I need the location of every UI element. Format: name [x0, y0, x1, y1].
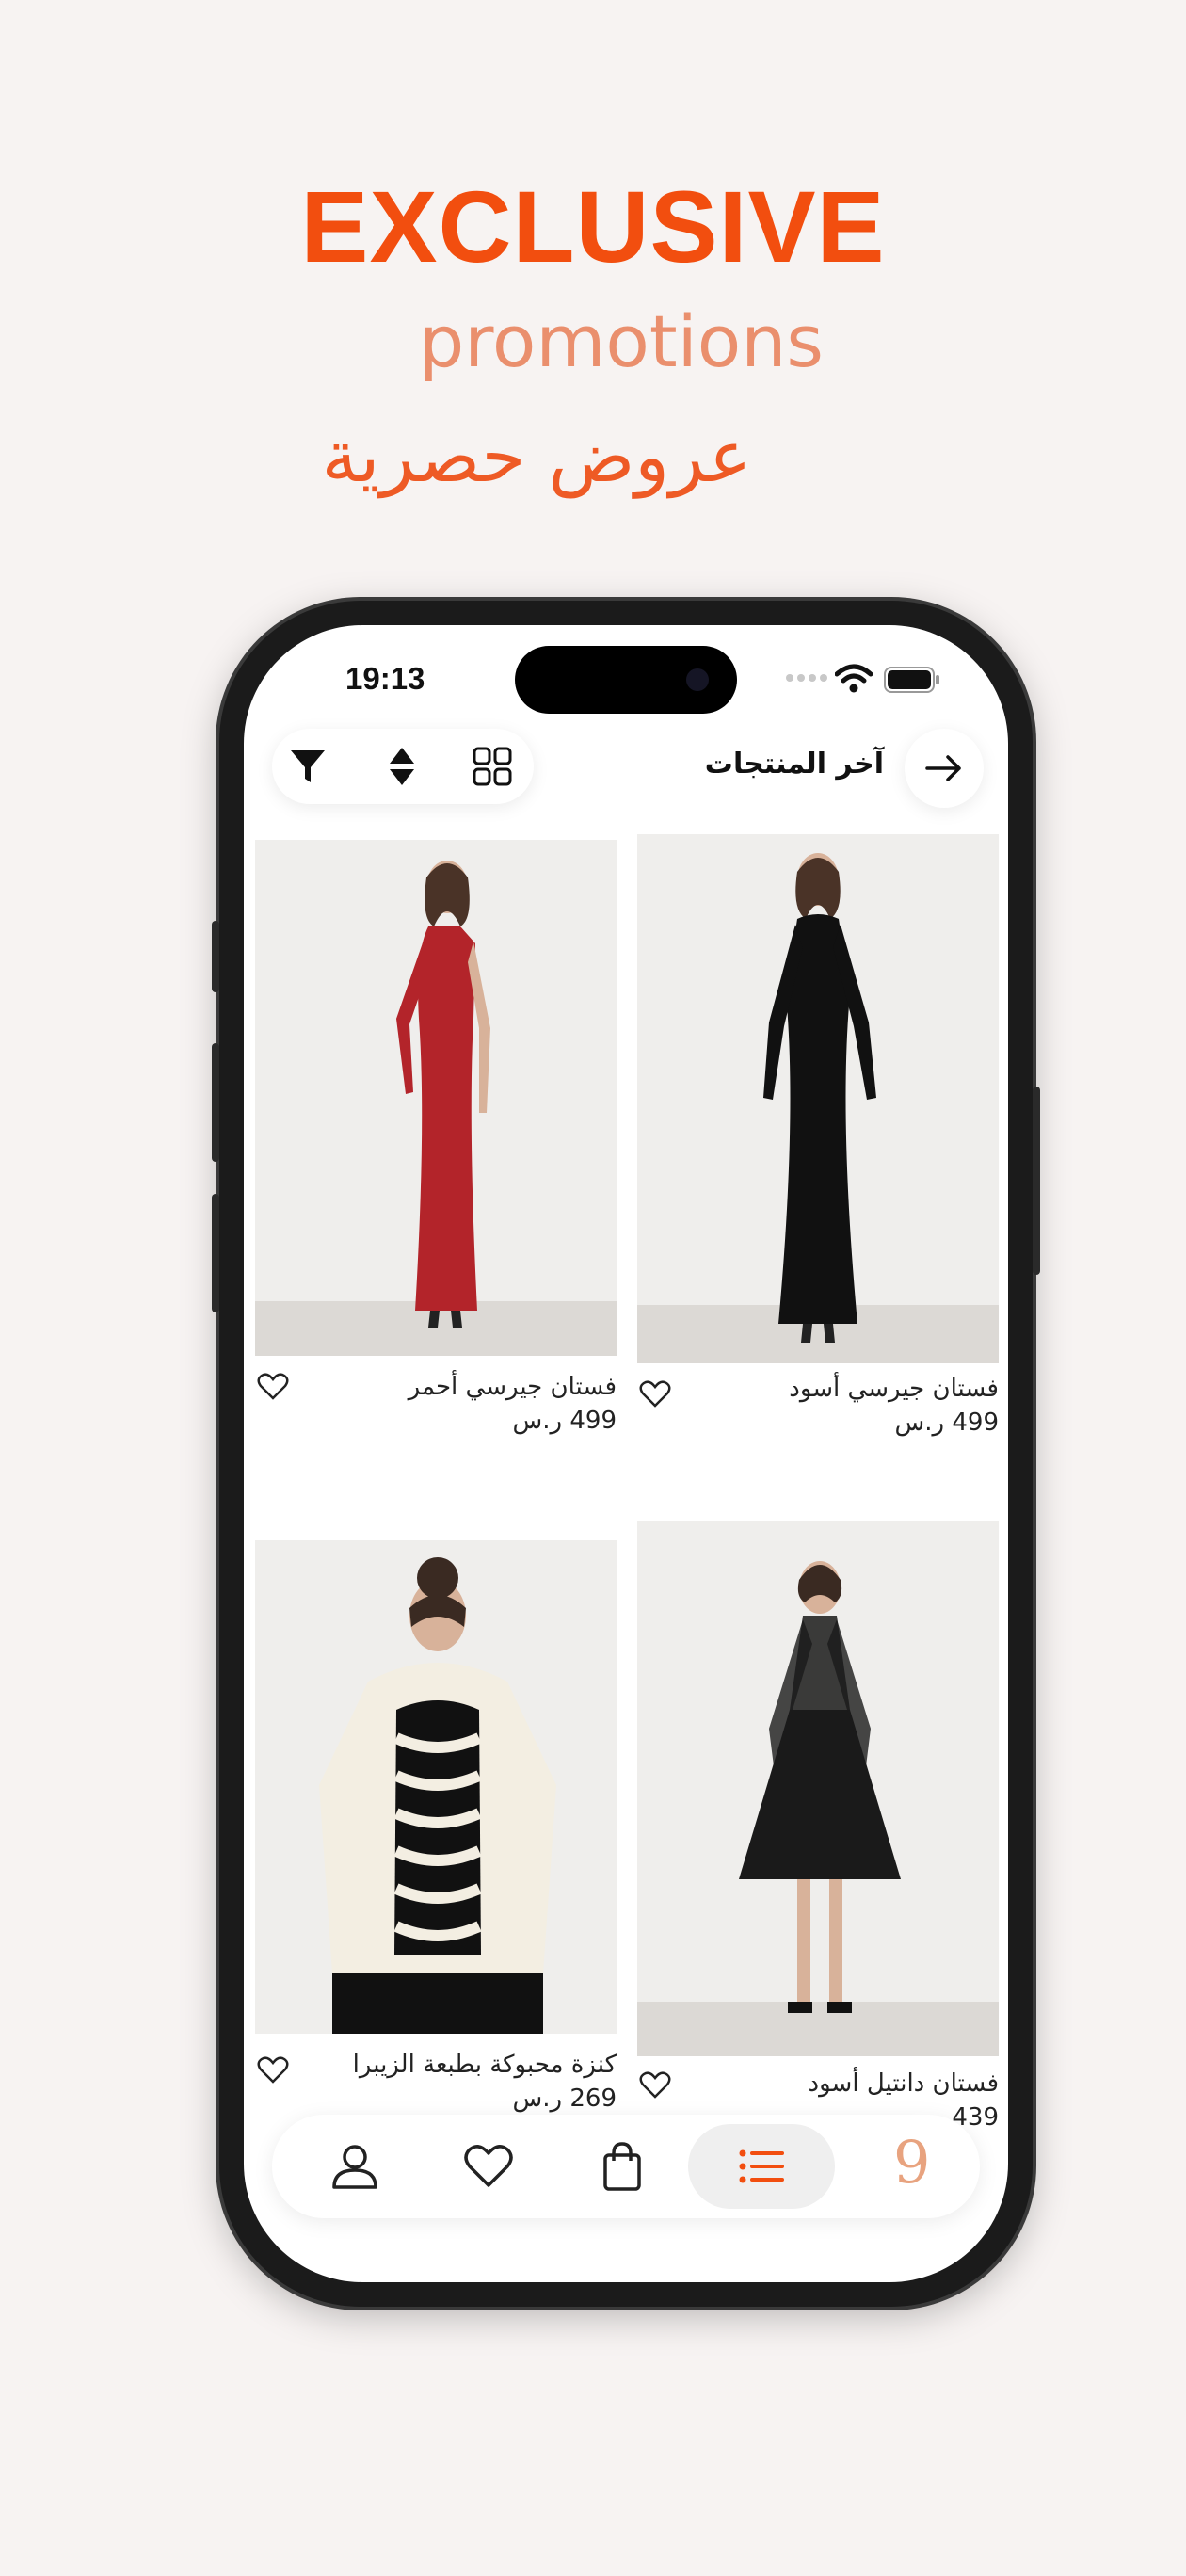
view-toolbar	[272, 729, 534, 804]
product-name: فستان جيرسي أحمر	[408, 1373, 617, 1401]
hero-title: EXCLUSIVE	[300, 169, 886, 283]
product-card[interactable]: فستان دانتيل أسود 439 ر.س	[637, 1521, 999, 2132]
page-title: آخر المنتجات	[704, 748, 884, 781]
product-price: 499 ر.س	[894, 1409, 999, 1437]
status-time: 19:13	[345, 661, 425, 696]
product-price: 499 ر.س	[512, 1407, 617, 1435]
hero-subtitle: promotions	[419, 299, 825, 383]
product-name: كنزة محبوكة بطبعة الزيبرا	[352, 2051, 617, 2079]
bottom-navigation: 9	[272, 2115, 980, 2218]
product-price: 269 ر.س	[512, 2085, 617, 2113]
product-card[interactable]: فستان جيرسي أسود 499 ر.س	[637, 834, 999, 1437]
sort-icon[interactable]	[381, 746, 423, 787]
status-indicators	[786, 663, 955, 695]
grid-view-icon[interactable]	[472, 746, 513, 787]
battery-icon	[884, 667, 939, 693]
phone-power-button	[1033, 1087, 1040, 1275]
cart-icon[interactable]	[596, 2140, 649, 2193]
dynamic-island	[515, 646, 737, 714]
product-name: فستان جيرسي أسود	[789, 1375, 999, 1403]
arrow-right-icon	[925, 755, 961, 781]
product-image[interactable]	[637, 1521, 999, 2056]
product-card[interactable]: فستان جيرسي أحمر 499 ر.س	[255, 840, 617, 1442]
front-camera	[686, 668, 709, 691]
product-image[interactable]	[637, 834, 999, 1363]
brand-logo[interactable]: 9	[893, 2128, 930, 2197]
product-image[interactable]	[255, 840, 617, 1356]
product-image[interactable]	[255, 1540, 617, 2034]
phone-frame: 19:13 آخر المنتجات فستان جيرسي أسود 499 …	[212, 601, 1040, 2307]
categories-icon[interactable]	[735, 2140, 788, 2193]
hero-banner: EXCLUSIVE promotions عروض حصرية	[0, 0, 1186, 565]
profile-icon[interactable]	[329, 2140, 381, 2193]
product-color-swatch	[415, 926, 477, 1311]
heart-icon[interactable]	[639, 2071, 671, 2100]
hero-arabic-title: عروض حصرية	[321, 414, 752, 498]
wifi-icon	[835, 664, 873, 693]
heart-icon[interactable]	[257, 2056, 289, 2085]
heart-icon[interactable]	[639, 1380, 671, 1409]
heart-icon[interactable]	[257, 1373, 289, 1401]
filter-icon[interactable]	[287, 746, 329, 787]
wishlist-icon[interactable]	[462, 2140, 515, 2193]
back-button[interactable]	[905, 729, 984, 808]
phone-volume-up-button	[212, 1043, 219, 1162]
product-card[interactable]: كنزة محبوكة بطبعة الزيبرا 269 ر.س	[255, 1540, 617, 2124]
phone-volume-down-button	[212, 1194, 219, 1312]
app-screen: 19:13 آخر المنتجات فستان جيرسي أسود 499 …	[244, 625, 1008, 2282]
signal-icon	[786, 674, 827, 682]
phone-action-button	[212, 921, 219, 992]
product-name: فستان دانتيل أسود	[808, 2069, 999, 2098]
